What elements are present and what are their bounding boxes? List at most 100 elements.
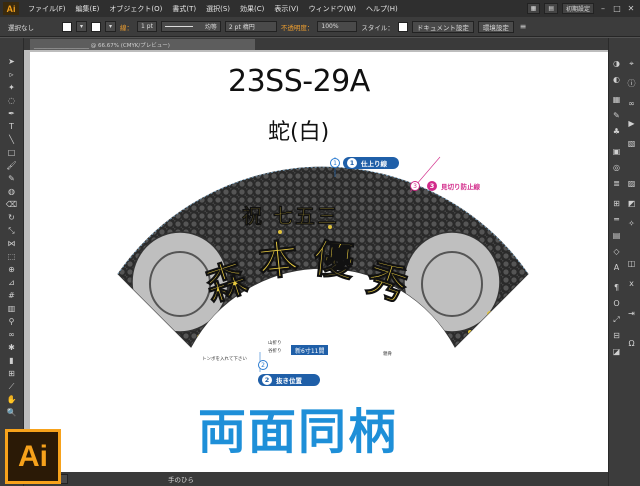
workspace-switcher[interactable]: 初期設定 bbox=[561, 3, 594, 14]
gradient-panel-icon[interactable]: ▤ bbox=[611, 230, 622, 241]
pencil-tool-icon[interactable]: ✎ bbox=[5, 173, 18, 184]
menu-object[interactable]: オブジェクト(O) bbox=[104, 4, 167, 14]
swatches-panel-icon[interactable]: ▦ bbox=[611, 94, 622, 105]
brushes-panel-icon[interactable]: ✎ bbox=[611, 110, 622, 121]
zoom-tool-icon[interactable]: 🔍 bbox=[5, 407, 18, 418]
opacity-label[interactable]: 不透明度： bbox=[281, 22, 314, 32]
lasso-tool-icon[interactable]: ◌ bbox=[5, 95, 18, 106]
actions-panel-icon[interactable]: ▶ bbox=[626, 118, 637, 129]
magic-wand-tool-icon[interactable]: ✦ bbox=[5, 82, 18, 93]
maximize-icon[interactable]: □ bbox=[612, 4, 622, 14]
minimize-icon[interactable]: – bbox=[598, 4, 608, 14]
graph-tool-icon[interactable]: ▮ bbox=[5, 355, 18, 366]
width-tool-icon[interactable]: ⋈ bbox=[5, 238, 18, 249]
brush-dropdown[interactable]: 2 pt 楕円 bbox=[224, 21, 277, 32]
opentype-panel-icon[interactable]: O bbox=[611, 298, 622, 309]
stroke-weight-field[interactable]: 1 pt bbox=[137, 21, 157, 32]
style-label: スタイル： bbox=[361, 23, 394, 32]
menu-bar: Ai ファイル(F) 編集(E) オブジェクト(O) 書式(T) 選択(S) 効… bbox=[0, 0, 640, 17]
scale-tool-icon[interactable]: ⤡ bbox=[5, 225, 18, 236]
stroke-panel-icon[interactable]: ═ bbox=[611, 214, 622, 225]
gradient-tool-icon[interactable]: ▥ bbox=[5, 303, 18, 314]
flattener-preview-icon[interactable]: ◩ bbox=[626, 198, 637, 209]
callout-1-number: 1 bbox=[347, 158, 357, 168]
transform-panel-icon[interactable]: ⤢ bbox=[611, 314, 622, 325]
stroke-label[interactable]: 線： bbox=[120, 22, 133, 32]
opacity-field[interactable]: 100% bbox=[317, 21, 358, 32]
menu-type[interactable]: 書式(T) bbox=[167, 4, 201, 14]
glyphs-panel-icon[interactable]: Ω bbox=[626, 338, 637, 349]
graphic-styles-icon[interactable]: ▣ bbox=[611, 146, 622, 157]
menu-help[interactable]: ヘルプ(H) bbox=[361, 4, 403, 14]
eyedropper-tool-icon[interactable]: ⚲ bbox=[5, 316, 18, 327]
shape-builder-tool-icon[interactable]: ⊕ bbox=[5, 264, 18, 275]
align-icon[interactable]: ≡ bbox=[518, 22, 528, 32]
mesh-tool-icon[interactable]: # bbox=[5, 290, 18, 301]
fan-name-char-2: 本 bbox=[256, 235, 302, 287]
appearance-panel-icon[interactable]: ◎ bbox=[611, 162, 622, 173]
document-settings-button[interactable]: ドキュメント設定 bbox=[411, 20, 474, 33]
pen-tool-icon[interactable]: ✒ bbox=[5, 108, 18, 119]
layers-panel-icon[interactable]: ≣ bbox=[611, 178, 622, 189]
hand-tool-icon[interactable]: ✋ bbox=[5, 394, 18, 405]
artboards-panel-icon[interactable]: ⊞ bbox=[611, 198, 622, 209]
tab-panel-icon[interactable]: ⇥ bbox=[626, 308, 637, 319]
menu-select[interactable]: 選択(S) bbox=[201, 4, 235, 14]
callout-1-marker: 1 bbox=[330, 158, 340, 168]
align-panel-icon[interactable]: ⊟ bbox=[611, 330, 622, 341]
rectangle-tool-icon[interactable]: □ bbox=[5, 147, 18, 158]
pathfinder-panel-icon[interactable]: ◪ bbox=[611, 346, 622, 357]
app-logo: Ai bbox=[3, 2, 19, 15]
paintbrush-tool-icon[interactable]: 🖌 bbox=[5, 160, 18, 171]
menu-view[interactable]: 表示(V) bbox=[269, 4, 303, 14]
navigator-panel-icon[interactable]: ⌖ bbox=[626, 58, 637, 69]
variables-panel-icon[interactable]: x bbox=[626, 278, 637, 289]
side-note: 親骨 bbox=[383, 352, 392, 357]
product-code: 23SS-29A bbox=[228, 64, 370, 99]
transparency-panel-icon[interactable]: ◇ bbox=[611, 246, 622, 257]
arrange-documents-icon[interactable]: ▤ bbox=[544, 3, 558, 14]
callout-3-label: 見切り防止線 bbox=[441, 183, 480, 191]
separations-preview-icon[interactable]: ◫ bbox=[626, 258, 637, 269]
rotate-tool-icon[interactable]: ↻ bbox=[5, 212, 18, 223]
paragraph-panel-icon[interactable]: ¶ bbox=[611, 282, 622, 293]
close-icon[interactable]: ✕ bbox=[626, 4, 636, 14]
artboard-tool-icon[interactable]: ⊞ bbox=[5, 368, 18, 379]
hole-note: トンボを入れて下さい bbox=[202, 357, 247, 362]
symbol-sprayer-tool-icon[interactable]: ✱ bbox=[5, 342, 18, 353]
type-tool-icon[interactable]: T bbox=[5, 121, 18, 132]
symbols-panel-icon[interactable]: ♣ bbox=[611, 126, 622, 137]
stroke-dropdown-icon[interactable]: ▾ bbox=[105, 21, 117, 32]
magic-wand-panel-icon[interactable]: ✧ bbox=[626, 218, 637, 229]
links-panel-icon[interactable]: ∞ bbox=[626, 98, 637, 109]
color-guide-icon[interactable]: ◐ bbox=[611, 74, 622, 85]
menu-effect[interactable]: 効果(C) bbox=[235, 4, 269, 14]
direct-selection-tool-icon[interactable]: ▹ bbox=[5, 69, 18, 80]
blob-brush-tool-icon[interactable]: ◍ bbox=[5, 186, 18, 197]
stroke-style-dropdown[interactable]: 均等 bbox=[160, 21, 221, 32]
callout-1-label: 仕上り線 bbox=[361, 160, 387, 168]
free-transform-tool-icon[interactable]: ⬚ bbox=[5, 251, 18, 262]
info-panel-icon[interactable]: ⓘ bbox=[626, 78, 637, 89]
fill-dropdown-icon[interactable]: ▾ bbox=[76, 21, 88, 32]
blend-tool-icon[interactable]: ∞ bbox=[5, 329, 18, 340]
color-panel-icon[interactable]: ◑ bbox=[611, 58, 622, 69]
slice-tool-icon[interactable]: ⟋ bbox=[5, 381, 18, 392]
document-tab[interactable]: ____________________ @ 66.67% (CMYK/プレビュ… bbox=[30, 39, 255, 50]
menu-window[interactable]: ウィンドウ(W) bbox=[304, 4, 361, 14]
bridge-icon[interactable]: ▦ bbox=[526, 3, 541, 14]
menu-file[interactable]: ファイル(F) bbox=[23, 4, 71, 14]
eraser-tool-icon[interactable]: ⌫ bbox=[5, 199, 18, 210]
document-info-icon[interactable]: ▨ bbox=[626, 178, 637, 189]
graphic-style-swatch[interactable] bbox=[397, 21, 408, 32]
line-tool-icon[interactable]: ╲ bbox=[5, 134, 18, 145]
stroke-swatch[interactable] bbox=[91, 21, 102, 32]
fill-swatch[interactable] bbox=[62, 21, 72, 32]
control-bar: 選択なし ▾ ▾ 線： 1 pt 均等 2 pt 楕円 不透明度： 100% ス… bbox=[0, 17, 640, 37]
selection-tool-icon[interactable]: ➤ bbox=[5, 56, 18, 67]
menu-edit[interactable]: 編集(E) bbox=[71, 4, 105, 14]
character-panel-icon[interactable]: A bbox=[611, 262, 622, 273]
perspective-grid-tool-icon[interactable]: ⊿ bbox=[5, 277, 18, 288]
attributes-panel-icon[interactable]: ▧ bbox=[626, 138, 637, 149]
preferences-button[interactable]: 環境設定 bbox=[477, 20, 514, 33]
